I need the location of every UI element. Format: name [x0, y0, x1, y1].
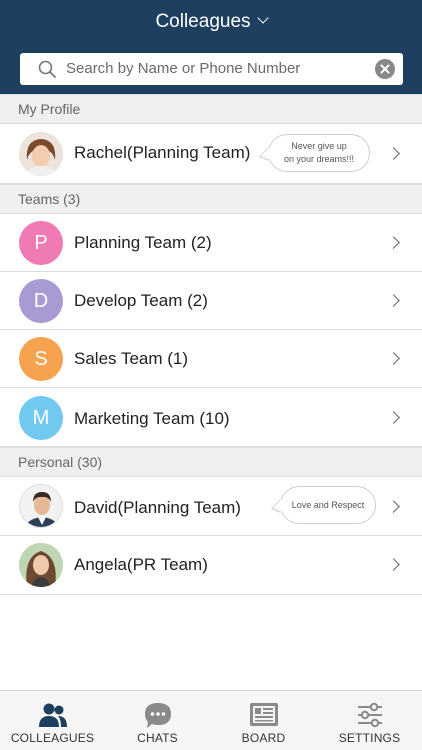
contact-name: Angela(PR Team) [74, 555, 208, 574]
bottom-tab-bar: COLLEAGUES CHATS BOARD SETTINGS [0, 690, 422, 750]
avatar [19, 543, 63, 587]
tab-board[interactable]: BOARD [211, 691, 316, 750]
board-icon [250, 703, 278, 726]
chevron-right-icon [387, 352, 400, 365]
search-icon [38, 60, 56, 78]
contact-row-angela[interactable]: Angela(PR Team) [0, 536, 422, 595]
status-message-bubble: Love and Respect [271, 486, 376, 524]
search-bar[interactable]: Search by Name or Phone Number [20, 53, 403, 85]
tab-label: CHATS [137, 731, 178, 745]
team-name: Sales Team (1) [74, 349, 189, 368]
search-input[interactable]: Search by Name or Phone Number [66, 53, 300, 85]
team-avatar: D [19, 279, 63, 323]
team-avatar: M [19, 396, 63, 440]
chevron-right-icon [387, 558, 400, 571]
colleagues-icon [39, 703, 67, 727]
page-title: Colleagues [155, 11, 251, 32]
tab-label: BOARD [241, 731, 286, 745]
team-avatar: S [19, 337, 63, 381]
chat-bubble-icon [145, 703, 171, 728]
tab-chats[interactable]: CHATS [105, 691, 210, 750]
avatar [19, 132, 63, 176]
chevron-right-icon [387, 411, 400, 424]
status-line-1: Never give up [291, 141, 347, 151]
tab-settings[interactable]: SETTINGS [317, 691, 422, 750]
my-profile-row[interactable]: Rachel(Planning Team) Never give up on y… [0, 124, 422, 184]
team-name: Planning Team (2) [74, 233, 212, 252]
status-message-bubble: Never give up on your dreams!!! [259, 134, 370, 172]
team-row-develop[interactable]: D Develop Team (2) [0, 272, 422, 330]
contact-row-david[interactable]: David(Planning Team) Love and Respect [0, 477, 422, 536]
chevron-down-icon [256, 12, 269, 24]
chevron-right-icon [387, 147, 400, 160]
profile-name: Rachel(Planning Team) [74, 143, 251, 162]
contact-name: David(Planning Team) [74, 498, 241, 517]
team-row-sales[interactable]: S Sales Team (1) [0, 330, 422, 388]
clear-search-icon[interactable] [375, 59, 395, 79]
bubble-tail [271, 499, 289, 513]
chevron-right-icon [387, 294, 400, 307]
team-name: Develop Team (2) [74, 291, 208, 310]
team-row-marketing[interactable]: M Marketing Team (10) [0, 388, 422, 447]
status-line-2: on your dreams!!! [283, 154, 355, 164]
colleagues-dropdown[interactable]: Colleagues [0, 10, 422, 34]
tab-label: COLLEAGUES [10, 731, 95, 745]
chevron-right-icon [387, 236, 400, 249]
tab-label: SETTINGS [338, 731, 401, 745]
team-avatar: P [19, 221, 63, 265]
avatar [19, 484, 63, 528]
team-name: Marketing Team (10) [74, 409, 230, 428]
team-row-planning[interactable]: P Planning Team (2) [0, 214, 422, 272]
chevron-right-icon [387, 500, 400, 513]
section-header-profile: My Profile [0, 94, 422, 124]
status-text: Love and Respect [291, 499, 365, 510]
section-header-personal: Personal (30) [0, 447, 422, 477]
app-header: Colleagues Search by Name or Phone Numbe… [0, 0, 422, 94]
tab-colleagues[interactable]: COLLEAGUES [0, 691, 105, 750]
section-header-teams: Teams (3) [0, 184, 422, 214]
sliders-icon [358, 702, 382, 728]
bubble-tail [259, 147, 277, 161]
